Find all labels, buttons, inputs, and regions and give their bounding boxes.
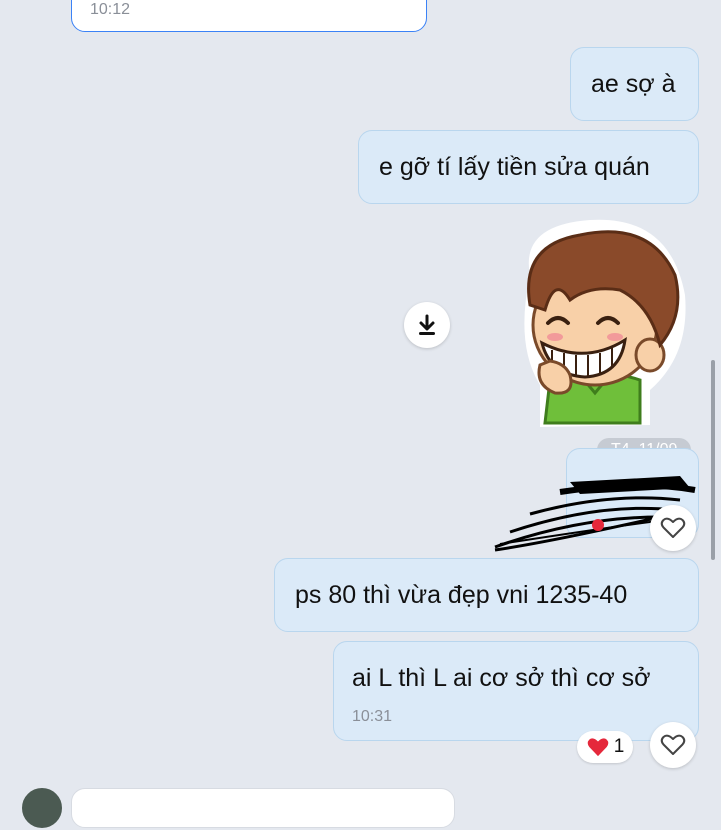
message-text: e gỡ tí lấy tiền sửa quán <box>379 153 650 181</box>
outgoing-message-bubble[interactable]: ai L thì L ai cơ sở thì cơ sở 10:31 <box>333 641 699 741</box>
react-button[interactable] <box>650 722 696 768</box>
message-text: ai L thì L ai cơ sở thì cơ sở <box>352 664 651 692</box>
download-button[interactable] <box>404 302 450 348</box>
reaction-badge[interactable]: 1 <box>577 731 633 763</box>
message-text: ps 80 thì vừa đẹp vni 1235-40 <box>295 581 628 609</box>
reaction-count: 1 <box>613 736 625 757</box>
scrollbar[interactable] <box>711 360 715 560</box>
avatar[interactable] <box>20 786 64 830</box>
heart-outline-icon <box>660 734 686 755</box>
outgoing-message-bubble[interactable]: e gỡ tí lấy tiền sửa quán <box>358 130 699 204</box>
outgoing-message-bubble[interactable]: ae sợ à <box>570 47 699 121</box>
message-time: 10:12 <box>90 1 131 18</box>
red-heart-icon <box>587 738 609 757</box>
download-icon <box>419 314 435 335</box>
heart-outline-icon <box>660 517 686 538</box>
message-text: ae sợ à <box>591 70 676 98</box>
outgoing-message-bubble[interactable]: ps 80 thì vừa đẹp vni 1235-40 <box>274 558 699 632</box>
incoming-message-bubble[interactable] <box>71 788 455 828</box>
grinning-boy-sticker[interactable] <box>500 215 690 430</box>
incoming-message-bubble[interactable]: 10:12 <box>71 0 427 32</box>
react-button[interactable] <box>650 505 696 551</box>
message-time: 10:31 <box>352 708 393 725</box>
